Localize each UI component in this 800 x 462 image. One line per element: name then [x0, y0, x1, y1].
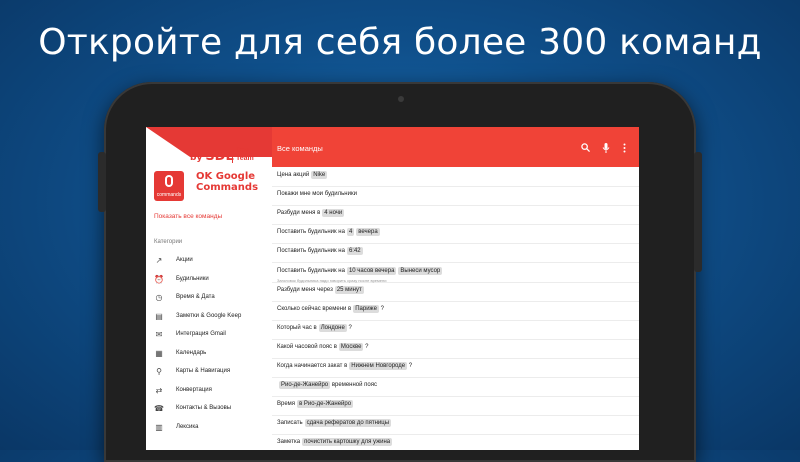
command-row[interactable]: Поставить будильник на 10 часов вечера Вын… [272, 263, 639, 283]
command-text: Сколько сейчас времени в Париже ? [277, 304, 384, 313]
command-row[interactable]: Записать сдача рефератов до пятницы [272, 415, 639, 436]
command-parameter: 10 часов вечера [346, 266, 397, 275]
sidebar-item-label: Интеграция Gmail [176, 331, 226, 337]
sidebar-item-label: Акции [176, 257, 193, 263]
command-parameter: почистить картошку для ужина [302, 438, 393, 447]
toolbar: Все команды [272, 127, 639, 167]
command-parameter: вечера [356, 228, 380, 237]
command-parameter: 6:42 [346, 247, 363, 256]
sidebar-item[interactable]: ▤ Заметки & Google Keep [146, 308, 272, 326]
calendar-icon: ▦ [155, 348, 163, 358]
command-text: Покажи мне мои будильники [277, 191, 357, 198]
command-text: Который час в Лондоне ? [277, 323, 352, 332]
command-row[interactable]: Покажи мне мои будильники [272, 186, 639, 207]
sidebar-item[interactable]: ▦ Календарь [146, 345, 272, 363]
command-parameter: Москве [338, 342, 364, 351]
command-row[interactable]: Который час в Лондоне ? [272, 320, 639, 340]
navigation-drawer: by SDE Dev Team commands OK Google Commands… [146, 127, 273, 450]
command-row[interactable]: Разбуди меня в4 ночи [272, 205, 639, 226]
alarm-icon: ⏰ [154, 274, 164, 284]
microphone-icon [165, 175, 173, 187]
sidebar-item-label: Карты & Навигация [176, 368, 231, 374]
sidebar-item[interactable]: ◷ Время & Дата [146, 289, 272, 307]
sidebar-item[interactable]: ✉ Интеграция Gmail [146, 326, 272, 344]
contacts-icon: ☎ [154, 404, 164, 413]
command-parameter: 25 минут [334, 285, 364, 294]
command-text: Записать сдача рефератов до пятницы [277, 419, 392, 428]
toolbar-title: Все команды [277, 144, 323, 153]
clock-icon: ◷ [155, 293, 163, 302]
sidebar-item-label: Лексика [176, 423, 199, 430]
brand-devteam: Dev Team [232, 147, 254, 163]
sidebar-item-label: Будильники [176, 275, 209, 282]
book-icon: ▥ [155, 422, 163, 432]
command-text: Поставить будильник на 6:42 [277, 247, 363, 256]
map-pin-icon: ⚲ [156, 367, 162, 376]
command-row[interactable]: Цена акций Nike [272, 167, 639, 187]
sidebar-item[interactable]: ⇄ Конвертация [146, 382, 272, 400]
command-text: Разбуди меня через 25 минут [277, 285, 364, 294]
command-row[interactable]: Поставить будильник на 6:42 [272, 243, 639, 264]
commands-list: Цена акций Nike Покажи мне мои будильники Р… [272, 167, 639, 450]
search-icon[interactable] [580, 143, 590, 154]
sidebar-item-label: Календарь [176, 349, 207, 356]
headline: Откройте для себя более 300 команд [38, 22, 762, 63]
command-row[interactable]: Разбуди меня через 25 минут [272, 282, 639, 302]
command-parameter: 4 [346, 228, 355, 237]
command-parameter: Nike [311, 171, 328, 179]
app-screen: by SDE Dev Team commands OK Google Commands… [146, 127, 639, 450]
sidebar-item-label: Время & Дата [176, 294, 215, 300]
note-icon: ▤ [155, 311, 163, 321]
command-parameter: Вынеси мусор [398, 266, 443, 275]
sidebar-item-label: Заметки & Google Keep [176, 312, 242, 319]
command-row[interactable]: Время в Рио-де-Жанейро [272, 396, 639, 417]
convert-icon: ⇄ [155, 385, 163, 395]
command-row[interactable]: Рио-де-Жанейро временной пояс [272, 377, 639, 398]
command-row[interactable]: Когда начинается закат в Нижнем Новгороде… [272, 358, 639, 378]
drawer-header: by SDE Dev Team commands OK Google Commands [146, 127, 272, 209]
command-parameter: Нижнем Новгороде [349, 362, 408, 370]
command-row[interactable]: Сколько сейчас времени в Париже ? [272, 301, 639, 321]
command-parameter: Рио-де-Жанейро [279, 381, 331, 390]
command-text: Цена акций Nike [277, 171, 328, 179]
command-row[interactable]: Поставить будильник на 4 вечера [272, 224, 639, 245]
sidebar-item-label: Конвертация [176, 386, 212, 393]
mail-icon: ✉ [155, 330, 163, 339]
command-parameter: в Рио-де-Жанейро [297, 400, 354, 409]
sidebar-item-label: Контакты & Вызовы [176, 405, 232, 411]
microphone-icon[interactable] [601, 143, 611, 155]
sidebar-item[interactable]: ⚲ Карты & Навигация [146, 363, 272, 381]
app-name: OK Google Commands [196, 171, 259, 193]
command-parameter: Лондоне [318, 323, 347, 332]
command-text: Разбуди меня в4 ночи [277, 209, 345, 218]
command-row[interactable]: Какой часовой пояс в Москве ? [272, 339, 639, 359]
command-text: Рио-де-Жанейро временной пояс [279, 381, 377, 390]
command-text: Поставить будильник на 4 вечера [277, 228, 380, 237]
show-all-commands-link[interactable]: Показать все команды [154, 213, 222, 220]
brand-logo: by SDE [190, 149, 235, 164]
side-button-right [694, 152, 702, 272]
trending-up-icon: ↗ [155, 256, 163, 265]
sidebar-item[interactable]: ▥ Лексика [146, 419, 272, 437]
side-button-left [98, 152, 106, 212]
command-text: Поставить будильник на 10 часов вечера Вын… [277, 266, 443, 275]
sidebar-item[interactable]: ↗ Акции [146, 252, 272, 270]
categories-label: Категории [154, 239, 183, 245]
command-row[interactable]: Заметка почистить картошку для ужина [272, 434, 639, 450]
command-parameter: Париже [353, 304, 379, 313]
sidebar-item[interactable]: ⏰ Будильники [146, 271, 272, 289]
command-text: Время в Рио-де-Жанейро [277, 400, 354, 409]
command-text: Когда начинается закат в Нижнем Новгороде… [277, 362, 413, 370]
camera-icon [398, 96, 404, 102]
sidebar-item[interactable]: ☎ Контакты & Вызовы [146, 400, 272, 418]
command-text: Какой часовой пояс в Москве ? [277, 342, 369, 351]
app-icon: commands [154, 171, 184, 201]
command-text: Заметка почистить картошку для ужина [277, 438, 393, 447]
command-parameter: сдача рефератов до пятницы [304, 419, 392, 428]
command-parameter: 4 ночи [322, 209, 345, 218]
more-options-icon[interactable] [619, 143, 629, 155]
